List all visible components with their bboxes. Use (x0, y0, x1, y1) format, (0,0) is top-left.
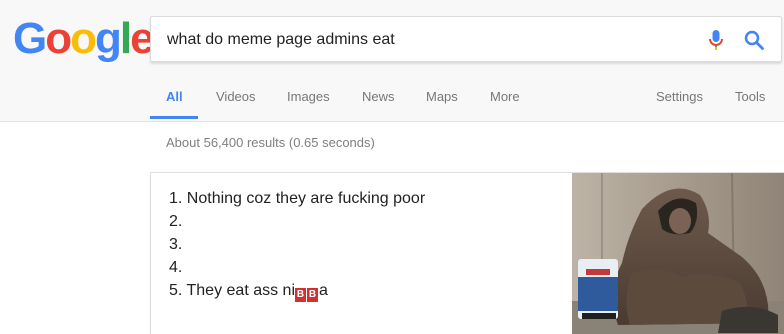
tab-videos[interactable]: Videos (216, 88, 256, 106)
list-number: 4. (169, 259, 183, 276)
list-text: a (319, 282, 328, 299)
tab-all[interactable]: All (166, 88, 183, 106)
search-icon[interactable] (743, 29, 765, 51)
list-number: 2. (169, 213, 183, 230)
settings-link[interactable]: Settings (656, 88, 703, 106)
logo-letter: G (13, 14, 47, 63)
list-number: 1. (169, 190, 183, 207)
tools-link[interactable]: Tools (735, 88, 765, 106)
search-input[interactable]: what do meme page admins eat (167, 30, 395, 50)
tab-maps[interactable]: Maps (426, 88, 458, 106)
list-item: 3. (169, 233, 425, 256)
logo-letter: l (119, 14, 132, 63)
result-stats: About 56,400 results (0.65 seconds) (166, 135, 375, 150)
list-item: 2. (169, 210, 425, 233)
logo-letter: o (70, 14, 97, 63)
tab-news[interactable]: News (362, 88, 395, 106)
featured-snippet: 1. Nothing coz they are fucking poor 2. … (150, 172, 784, 334)
list-number: 5. (169, 282, 183, 299)
censor-emoji: B (307, 288, 318, 302)
logo-letter: g (95, 14, 122, 63)
microphone-icon[interactable] (706, 28, 726, 52)
snippet-list: 1. Nothing coz they are fucking poor 2. … (169, 187, 425, 302)
tab-images[interactable]: Images (287, 88, 330, 106)
google-logo[interactable]: Google (13, 14, 155, 64)
header: Google what do meme page admins eat All … (0, 0, 784, 122)
tab-more[interactable]: More (490, 88, 520, 106)
active-tab-indicator (150, 116, 198, 119)
list-text: They eat ass ni (186, 282, 296, 299)
censor-emoji: B (295, 288, 306, 302)
logo-letter: o (45, 14, 72, 63)
snippet-image[interactable] (572, 173, 784, 334)
search-box[interactable]: what do meme page admins eat (150, 16, 782, 62)
list-number: 3. (169, 236, 183, 253)
list-item: 5. They eat ass ni B Ba (169, 279, 425, 302)
list-item: 1. Nothing coz they are fucking poor (169, 187, 425, 210)
list-text: Nothing coz they are fucking poor (186, 190, 426, 207)
list-item: 4. (169, 256, 425, 279)
